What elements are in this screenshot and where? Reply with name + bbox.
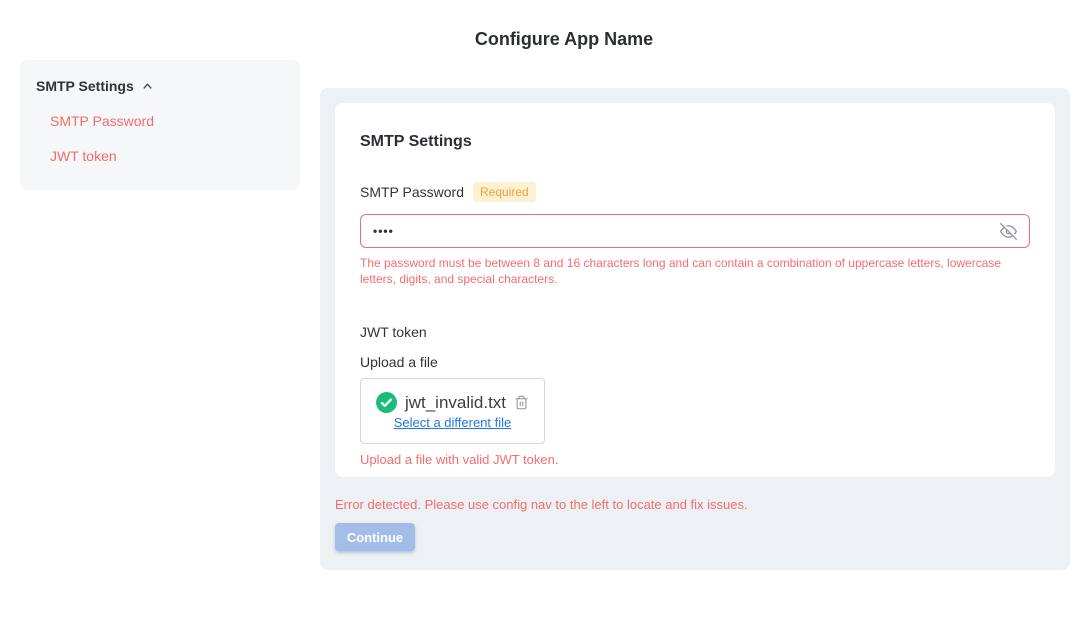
uploaded-file-row: jwt_invalid.txt	[376, 392, 529, 413]
select-different-file-link[interactable]: Select a different file	[394, 415, 512, 430]
password-error-helper: The password must be between 8 and 16 ch…	[360, 255, 1032, 287]
config-nav-sidebar: SMTP Settings SMTP Password JWT token	[20, 60, 300, 190]
password-label-row: SMTP Password Required	[360, 182, 1030, 202]
smtp-password-input[interactable]	[373, 224, 1000, 238]
sidebar-section-label: SMTP Settings	[36, 78, 134, 94]
check-circle-icon	[376, 392, 397, 413]
eye-off-icon	[1000, 223, 1017, 240]
card-heading: SMTP Settings	[360, 133, 1030, 151]
trash-icon	[514, 394, 529, 411]
upload-file-label: Upload a file	[360, 354, 1030, 370]
required-badge: Required	[473, 182, 536, 202]
password-label: SMTP Password	[360, 184, 464, 200]
sidebar-item-smtp-password[interactable]: SMTP Password	[50, 113, 154, 129]
file-upload-box: jwt_invalid.txt Select a different file	[360, 378, 545, 444]
config-panel: SMTP Settings SMTP Password Required The…	[320, 88, 1070, 570]
sidebar-item-jwt-token[interactable]: JWT token	[50, 148, 117, 164]
page-title: Configure App Name	[40, 29, 1088, 50]
form-error-banner: Error detected. Please use config nav to…	[335, 497, 1055, 512]
uploaded-file-name: jwt_invalid.txt	[405, 393, 506, 413]
password-field-wrapper	[360, 214, 1030, 248]
delete-file-button[interactable]	[514, 394, 529, 411]
jwt-upload-error: Upload a file with valid JWT token.	[360, 452, 1030, 467]
jwt-token-label: JWT token	[360, 324, 1030, 340]
continue-button[interactable]: Continue	[335, 523, 415, 551]
smtp-settings-card: SMTP Settings SMTP Password Required The…	[335, 103, 1055, 477]
chevron-up-icon[interactable]	[141, 80, 154, 93]
sidebar-section-smtp-settings[interactable]: SMTP Settings	[36, 78, 284, 94]
toggle-password-visibility-button[interactable]	[1000, 223, 1017, 240]
